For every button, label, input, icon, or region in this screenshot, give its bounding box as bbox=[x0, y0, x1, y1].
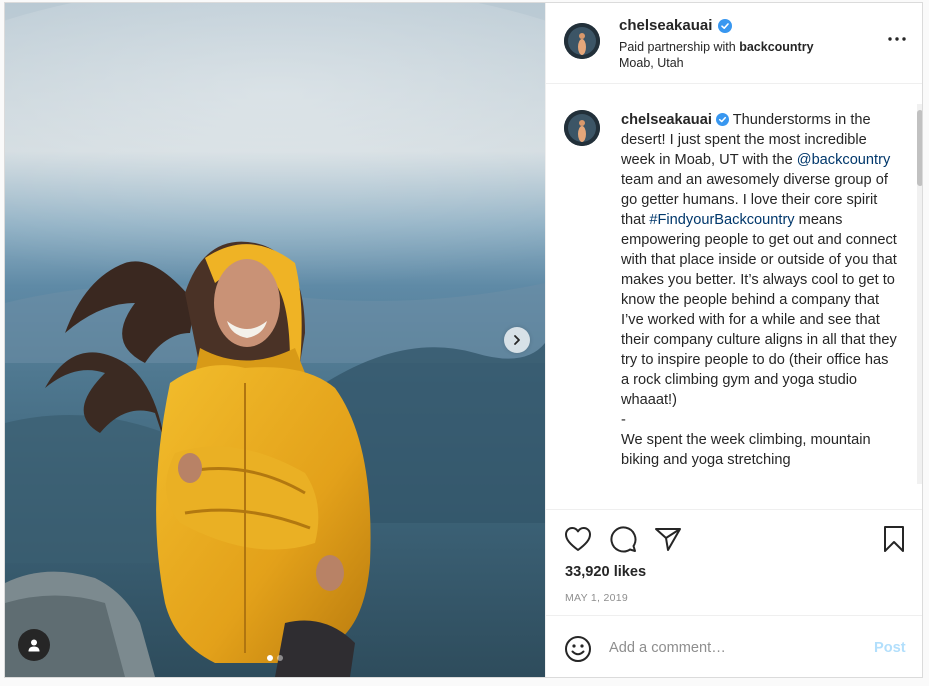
carousel-dot-active bbox=[267, 655, 273, 661]
user-tag-icon bbox=[28, 639, 40, 652]
more-options-icon bbox=[888, 37, 906, 41]
bookmark-icon bbox=[884, 526, 904, 552]
chevron-right-icon bbox=[514, 335, 520, 345]
caption-username[interactable]: chelseakauai bbox=[621, 112, 712, 128]
post-actions: 33,920 likes MAY 1, 2019 bbox=[546, 509, 922, 618]
paid-partnership-prefix: Paid partnership with bbox=[619, 40, 740, 54]
more-options-button[interactable] bbox=[886, 31, 908, 47]
carousel-dot bbox=[277, 655, 283, 661]
emoji-smile-icon bbox=[565, 636, 591, 662]
post-media[interactable] bbox=[5, 3, 545, 677]
comments-scroll-thumb[interactable] bbox=[917, 110, 922, 186]
caption-text-4: We spent the week climbing, mountain bik… bbox=[621, 432, 871, 468]
post-header: chelseakauai Paid partnership with backc… bbox=[546, 3, 922, 84]
post-location[interactable]: Moab, Utah bbox=[619, 56, 684, 70]
post-photo bbox=[5, 3, 545, 677]
post-username[interactable]: chelseakauai bbox=[619, 17, 712, 34]
paper-plane-icon bbox=[655, 528, 681, 551]
caption-separator: - bbox=[621, 412, 626, 428]
hashtag-link[interactable]: #FindyourBackcountry bbox=[649, 212, 794, 228]
like-button[interactable] bbox=[563, 524, 593, 554]
post-username-row: chelseakauai bbox=[619, 17, 733, 34]
post-dialog: chelseakauai Paid partnership with backc… bbox=[4, 2, 923, 678]
emoji-button[interactable] bbox=[564, 635, 592, 663]
avatar-image bbox=[564, 23, 600, 59]
comments-section[interactable]: chelseakauai Thunderstorms in the desert… bbox=[546, 84, 922, 509]
partner-link[interactable]: backcountry bbox=[739, 40, 813, 54]
caption-avatar[interactable] bbox=[564, 110, 600, 146]
avatar-image bbox=[564, 110, 600, 146]
comment-button[interactable] bbox=[608, 524, 638, 554]
mention-link[interactable]: @backcountry bbox=[797, 152, 891, 168]
post-caption: chelseakauai Thunderstorms in the desert… bbox=[621, 110, 897, 470]
save-button[interactable] bbox=[879, 524, 909, 554]
carousel-indicator bbox=[267, 655, 283, 661]
comment-bubble-icon bbox=[610, 526, 637, 553]
post-comment-button[interactable]: Post bbox=[874, 640, 906, 656]
post-sidebar: chelseakauai Paid partnership with backc… bbox=[545, 3, 922, 677]
verified-badge-icon bbox=[715, 113, 729, 126]
post-date[interactable]: MAY 1, 2019 bbox=[565, 592, 628, 604]
share-button[interactable] bbox=[653, 524, 683, 554]
caption-text-3: means empowering people to get out and c… bbox=[621, 212, 897, 408]
verified-badge-icon bbox=[718, 18, 733, 33]
comment-input[interactable] bbox=[609, 636, 849, 660]
add-comment-bar: Post bbox=[546, 615, 922, 677]
tagged-users-button[interactable] bbox=[18, 629, 50, 661]
paid-partnership-label: Paid partnership with backcountry bbox=[619, 40, 814, 54]
likes-count[interactable]: 33,920 likes bbox=[565, 564, 646, 580]
avatar[interactable] bbox=[564, 23, 600, 59]
heart-icon bbox=[565, 527, 591, 551]
carousel-next-button[interactable] bbox=[504, 327, 530, 353]
